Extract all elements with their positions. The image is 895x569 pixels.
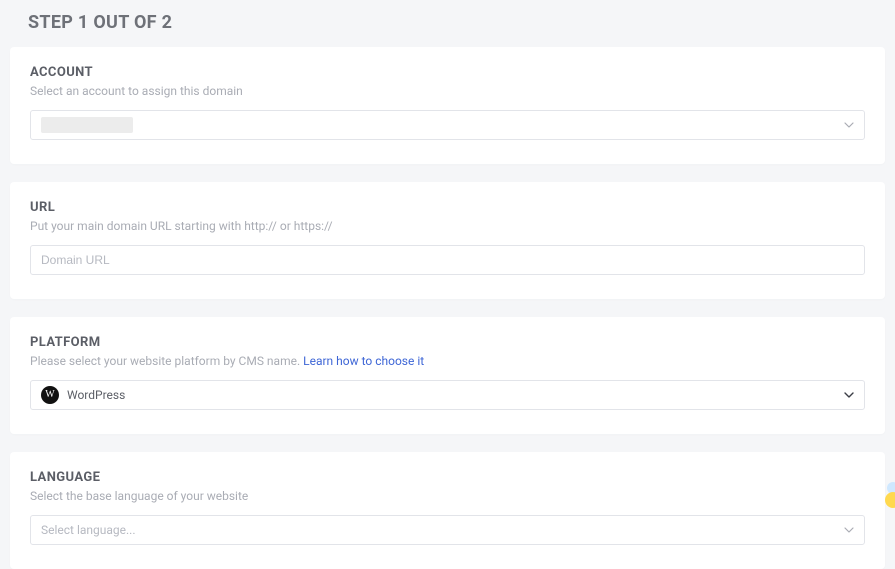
url-help: Put your main domain URL starting with h… bbox=[30, 219, 865, 233]
url-label: URL bbox=[30, 200, 865, 215]
url-input-wrap[interactable] bbox=[30, 245, 865, 275]
url-input[interactable] bbox=[41, 253, 854, 267]
platform-select[interactable]: W WordPress bbox=[30, 380, 865, 410]
account-select[interactable] bbox=[30, 110, 865, 140]
platform-help-link[interactable]: Learn how to choose it bbox=[303, 354, 424, 368]
platform-label: PLATFORM bbox=[30, 335, 865, 350]
language-card: LANGUAGE Select the base language of you… bbox=[10, 452, 885, 569]
wordpress-icon: W bbox=[41, 386, 59, 404]
platform-help-text: Please select your website platform by C… bbox=[30, 354, 303, 368]
platform-selected: WordPress bbox=[67, 388, 125, 402]
account-card: ACCOUNT Select an account to assign this… bbox=[10, 47, 885, 164]
chevron-down-icon bbox=[844, 120, 854, 130]
url-card: URL Put your main domain URL starting wi… bbox=[10, 182, 885, 299]
language-placeholder: Select language... bbox=[41, 523, 136, 537]
account-selected-redacted bbox=[41, 117, 133, 133]
account-label: ACCOUNT bbox=[30, 65, 865, 80]
platform-card: PLATFORM Please select your website plat… bbox=[10, 317, 885, 434]
platform-help: Please select your website platform by C… bbox=[30, 354, 865, 368]
account-help: Select an account to assign this domain bbox=[30, 84, 865, 98]
chevron-down-icon bbox=[844, 525, 854, 535]
step-title: STEP 1 OUT OF 2 bbox=[10, 0, 885, 47]
chevron-down-icon bbox=[844, 390, 854, 400]
language-help: Select the base language of your website bbox=[30, 489, 865, 503]
language-select[interactable]: Select language... bbox=[30, 515, 865, 545]
language-label: LANGUAGE bbox=[30, 470, 865, 485]
